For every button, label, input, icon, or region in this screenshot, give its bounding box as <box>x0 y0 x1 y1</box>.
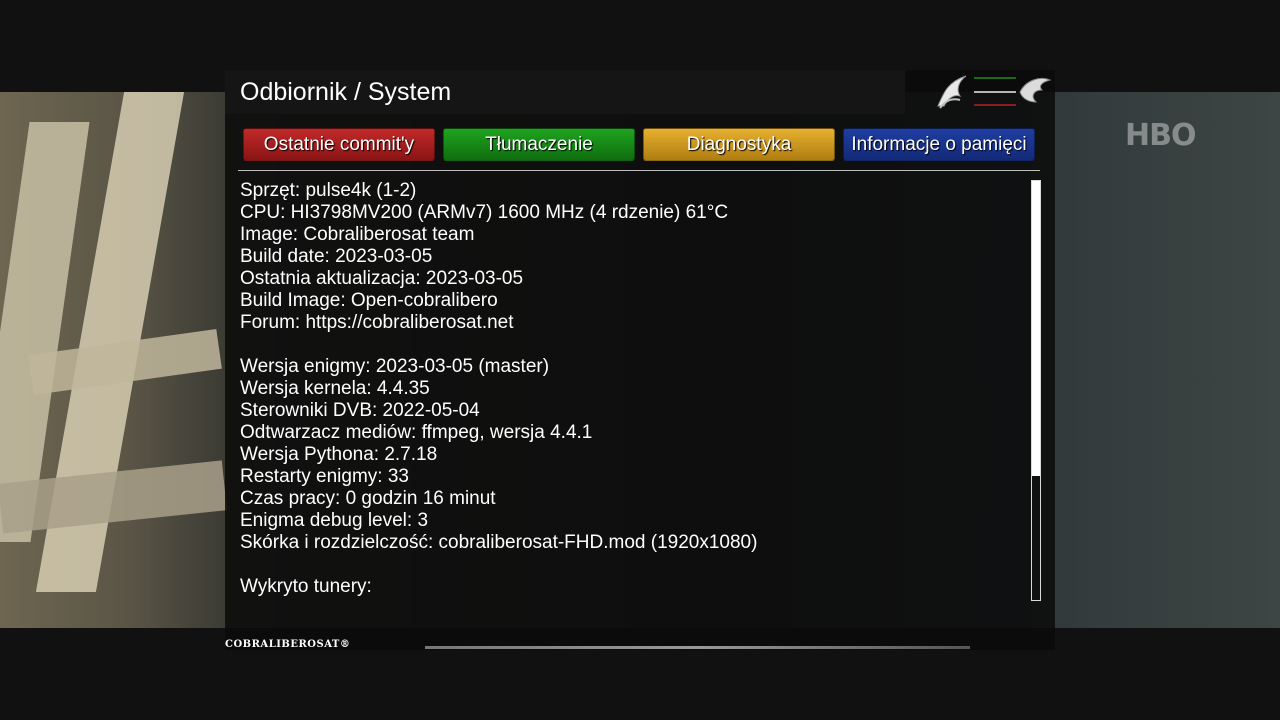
scrollbar-thumb[interactable] <box>1032 181 1040 476</box>
info-line <box>240 554 1020 576</box>
footer-progress-line <box>425 646 970 649</box>
cobra-dragon-logo-icon <box>930 72 1055 112</box>
info-line: Build Image: Open-cobralibero <box>240 290 498 311</box>
info-line: Forum: https://cobraliberosat.net <box>240 312 514 333</box>
info-line: Odtwarzacz mediów: ffmpeg, wersja 4.4.1 <box>240 422 593 443</box>
info-line: Wersja kernela: 4.4.35 <box>240 378 430 399</box>
info-line: Wersja enigmy: 2023-03-05 (master) <box>240 356 550 377</box>
info-line: Skórka i rozdzielczość: cobraliberosat-F… <box>240 532 758 553</box>
info-line: Sprzęt: pulse4k (1-2) <box>240 180 417 201</box>
system-info-list[interactable]: Sprzęt: pulse4k (1-2) CPU: HI3798MV200 (… <box>240 180 1020 598</box>
info-line: Restarty enigmy: 33 <box>240 466 409 487</box>
recent-commits-button[interactable]: Ostatnie commit'y <box>243 128 435 161</box>
channel-logo: HBO <box>1125 118 1196 153</box>
info-line: Enigma debug level: 3 <box>240 510 429 531</box>
info-line: Wykryto tunery: <box>240 576 372 597</box>
info-line: Wersja Pythona: 2.7.18 <box>240 444 438 465</box>
info-line: Czas pracy: 0 godzin 16 minut <box>240 488 496 509</box>
info-line: Build date: 2023-03-05 <box>240 246 433 267</box>
scrollbar[interactable] <box>1031 180 1041 601</box>
info-line: Ostatnia aktualizacja: 2023-03-05 <box>240 268 524 289</box>
header-divider <box>238 170 1040 171</box>
page-title: Odbiornik / System <box>240 78 452 106</box>
info-line: Sterowniki DVB: 2022-05-04 <box>240 400 480 421</box>
memory-info-button[interactable]: Informacje o pamięci <box>843 128 1035 161</box>
info-line <box>240 334 1020 356</box>
info-line: CPU: HI3798MV200 (ARMv7) 1600 MHz (4 rdz… <box>240 202 729 223</box>
translation-button[interactable]: Tłumaczenie <box>443 128 635 161</box>
info-line: Image: Cobraliberosat team <box>240 224 475 245</box>
brand-footer: COBRALIBEROSAT® <box>225 639 351 650</box>
diagnostics-button[interactable]: Diagnostyka <box>643 128 835 161</box>
